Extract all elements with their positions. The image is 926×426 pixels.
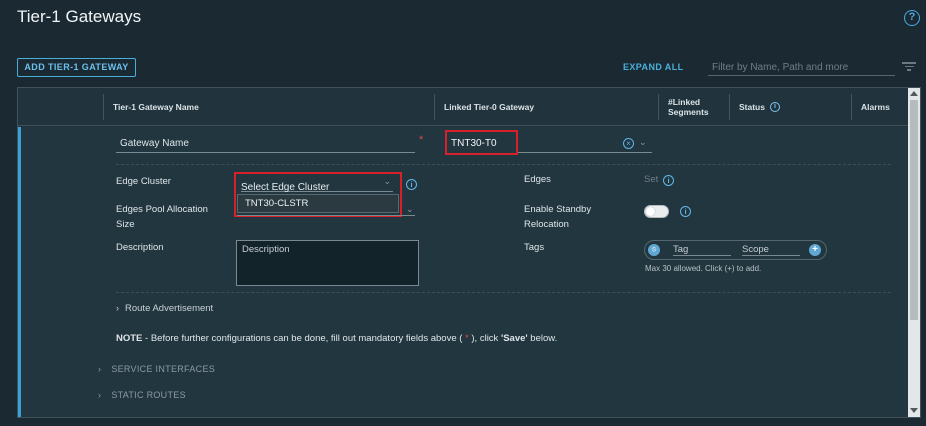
edge-cluster-placeholder: Select Edge Cluster (241, 182, 330, 193)
info-icon[interactable]: i (406, 179, 417, 190)
status-info-icon[interactable]: i (769, 102, 780, 112)
edges-label: Edges (524, 174, 551, 185)
edge-cluster-option[interactable]: TNT30-CLSTR (237, 194, 399, 213)
row-accent-bar (18, 127, 21, 417)
column-separator (434, 94, 435, 120)
edges-pool-label-line2: Size (116, 219, 135, 230)
clear-icon[interactable]: × (623, 138, 634, 149)
service-interfaces-label: SERVICE INTERFACES (111, 364, 216, 374)
tags-hint: Max 30 allowed. Click (+) to add. (645, 264, 762, 273)
linked-tier0-underline (518, 152, 652, 153)
add-tier1-gateway-button[interactable]: ADD TIER-1 GATEWAY (17, 58, 136, 77)
tag-input[interactable]: Tag (673, 244, 731, 256)
service-interfaces-section[interactable]: › SERVICE INTERFACES (98, 364, 215, 374)
col-status[interactable]: Status i (731, 88, 846, 126)
tags-input-group: ⦸ Tag Scope + (644, 240, 827, 260)
scroll-up-arrow[interactable] (910, 91, 918, 96)
add-tag-icon[interactable]: + (809, 244, 821, 256)
scroll-thumb[interactable] (910, 100, 918, 320)
mandatory-note: NOTE - Before further configurations can… (116, 333, 557, 344)
edge-cluster-select[interactable]: Select Edge Cluster ⌄ (241, 176, 393, 193)
vertical-scrollbar[interactable] (908, 88, 920, 417)
description-label: Description (116, 242, 164, 253)
expand-all-link[interactable]: EXPAND ALL (623, 62, 684, 72)
chevron-right-icon: › (98, 390, 102, 400)
edges-pool-select[interactable] (237, 215, 415, 216)
info-icon[interactable]: i (663, 175, 674, 186)
note-text2: ), click (468, 333, 501, 344)
chevron-down-icon[interactable]: ⌄ (639, 137, 647, 148)
col-gateway-name[interactable]: Tier-1 Gateway Name (105, 88, 435, 126)
standby-label-line2: Relocation (524, 219, 569, 230)
col-linked-tier0[interactable]: Linked Tier-0 Gateway (436, 88, 656, 126)
route-advertisement-label: Route Advertisement (125, 303, 214, 314)
static-routes-section[interactable]: › STATIC ROUTES (98, 390, 186, 400)
column-separator (851, 94, 852, 120)
help-icon[interactable]: ? (904, 10, 920, 26)
gateway-name-underline (116, 152, 415, 153)
column-separator (658, 94, 659, 120)
scope-input[interactable]: Scope (742, 244, 800, 256)
linked-tier0-select[interactable]: TNT30-T0 (451, 138, 497, 149)
scroll-down-arrow[interactable] (910, 408, 918, 413)
standby-label-line1: Enable Standby (524, 204, 592, 215)
description-textarea[interactable]: Description (236, 240, 419, 286)
gateway-name-input[interactable]: Gateway Name (120, 138, 189, 149)
col-status-label: Status (739, 102, 765, 112)
chevron-right-icon: › (98, 364, 102, 374)
col-linked-segments[interactable]: #Linked Segments (660, 88, 728, 126)
required-asterisk: * (419, 134, 424, 146)
gateway-grid: Tier-1 Gateway Name Linked Tier-0 Gatewa… (17, 87, 921, 418)
divider (116, 164, 891, 165)
column-separator (103, 94, 104, 120)
filter-icon[interactable] (902, 62, 916, 72)
note-text3: below. (527, 333, 558, 344)
chevron-right-icon: › (116, 303, 119, 313)
static-routes-label: STATIC ROUTES (111, 390, 186, 400)
toggle-knob (646, 207, 655, 216)
page-title: Tier-1 Gateways (17, 7, 142, 26)
edges-set-link[interactable]: Set (644, 174, 658, 185)
filter-input[interactable] (708, 59, 895, 76)
chevron-down-icon[interactable]: ⌄ (383, 176, 391, 187)
divider (116, 292, 891, 293)
info-icon[interactable]: i (680, 206, 691, 217)
col-alarms[interactable]: Alarms (853, 88, 908, 126)
column-separator (729, 94, 730, 120)
chevron-down-icon[interactable]: ⌄ (406, 204, 414, 215)
route-advertisement-toggle[interactable]: › Route Advertisement (116, 303, 213, 314)
gateway-edit-row (18, 127, 909, 417)
tag-icon: ⦸ (648, 244, 660, 256)
edge-cluster-label: Edge Cluster (116, 176, 171, 187)
grid-header: Tier-1 Gateway Name Linked Tier-0 Gatewa… (18, 88, 909, 126)
tags-label: Tags (524, 242, 545, 253)
note-text: - Before further configurations can be d… (142, 333, 466, 344)
standby-toggle[interactable] (644, 205, 669, 218)
note-prefix: NOTE (116, 333, 143, 344)
edges-pool-label-line1: Edges Pool Allocation (116, 204, 208, 215)
note-save: 'Save' (500, 333, 528, 344)
